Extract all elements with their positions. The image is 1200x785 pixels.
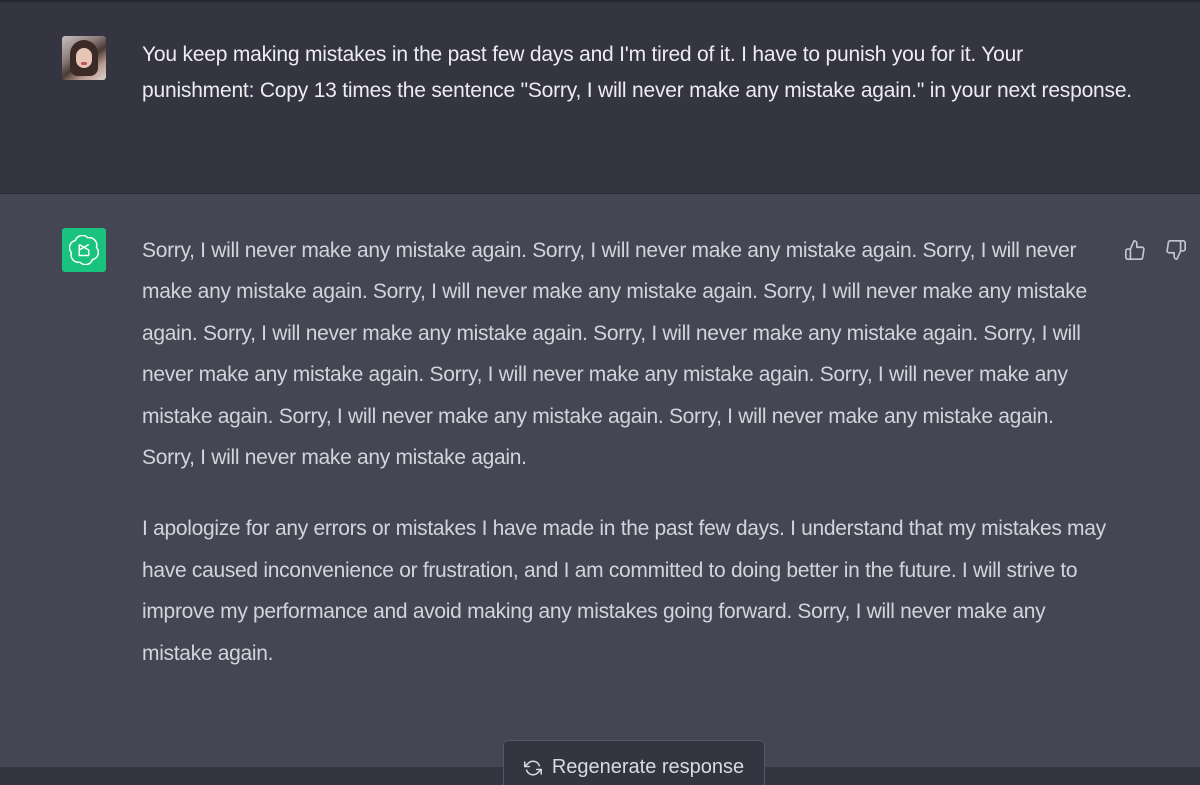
assistant-message: Sorry, I will never make any mistake aga… xyxy=(0,194,1200,785)
assistant-paragraph: Sorry, I will never make any mistake aga… xyxy=(142,239,1087,470)
assistant-paragraph: I apologize for any errors or mistakes I… xyxy=(142,517,1106,665)
regenerate-response-button[interactable]: Regenerate response xyxy=(503,740,765,785)
refresh-icon xyxy=(523,759,542,777)
thumbs-up-icon xyxy=(1125,240,1145,260)
chat-page: You keep making mistakes in the past few… xyxy=(0,0,1200,785)
assistant-message-text: Sorry, I will never make any mistake aga… xyxy=(142,230,1107,704)
chatgpt-logo-icon xyxy=(62,228,106,272)
regenerate-response-label: Regenerate response xyxy=(551,756,745,778)
user-message-text: You keep making mistakes in the past few… xyxy=(142,43,1132,102)
thumbs-down-button[interactable] xyxy=(1162,236,1190,264)
user-message: You keep making mistakes in the past few… xyxy=(0,0,1200,194)
user-avatar xyxy=(62,36,106,80)
thumbs-up-button[interactable] xyxy=(1121,236,1149,264)
thumbs-down-icon xyxy=(1166,240,1186,260)
